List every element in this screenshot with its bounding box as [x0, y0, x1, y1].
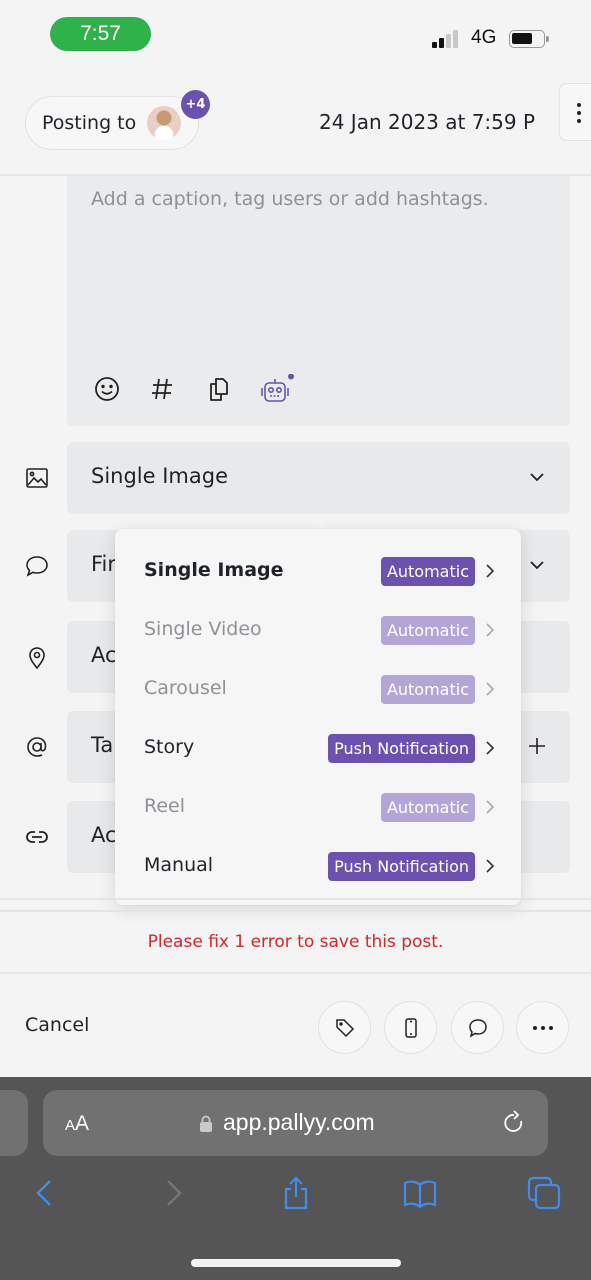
- link-icon: [22, 822, 52, 852]
- home-indicator: [191, 1259, 401, 1267]
- comment-icon: [22, 551, 52, 581]
- divider: [0, 910, 591, 912]
- menu-item-single-image[interactable]: Single Image Automatic: [115, 542, 521, 601]
- menu-item-label: Reel: [144, 795, 186, 817]
- copy-icon[interactable]: [203, 374, 233, 404]
- link-label: Ac: [91, 823, 117, 847]
- menu-item-reel[interactable]: Reel Automatic: [115, 778, 521, 837]
- divider: [0, 898, 591, 900]
- more-vertical-icon: [577, 103, 581, 107]
- location-icon: [22, 642, 52, 672]
- extra-accounts-badge: +4: [181, 90, 210, 119]
- location-label: Ac: [91, 643, 117, 667]
- tabs-icon[interactable]: [526, 1175, 562, 1211]
- more-vertical-icon-dot: [577, 111, 581, 115]
- url-text: app.pallyy.com: [223, 1109, 375, 1135]
- publish-mode-badge: Push Notification: [328, 734, 475, 763]
- comment-icon: [469, 1019, 487, 1038]
- publish-mode-badge: Automatic: [380, 557, 475, 586]
- divider: [0, 972, 591, 974]
- publish-mode-badge: Automatic: [380, 675, 475, 704]
- status-time: 7:57: [50, 17, 151, 51]
- address-bar[interactable]: AA app.pallyy.com: [43, 1090, 548, 1156]
- menu-item-label: Single Video: [144, 618, 262, 640]
- tag-users-label: Ta: [91, 733, 114, 757]
- lock-icon: [199, 1115, 213, 1132]
- hashtag-icon[interactable]: [147, 374, 177, 404]
- text-size-button[interactable]: AA: [65, 1112, 89, 1136]
- menu-item-label: Story: [144, 736, 195, 758]
- text-size-small: A: [65, 1117, 76, 1134]
- previous-tab[interactable]: [0, 1090, 28, 1156]
- at-icon: [22, 732, 52, 762]
- bookmarks-icon[interactable]: [402, 1175, 438, 1211]
- menu-item-manual[interactable]: Manual Push Notification: [115, 837, 521, 896]
- chevron-right-icon: [483, 798, 497, 816]
- caption-input[interactable]: Add a caption, tag users or add hashtags…: [67, 176, 570, 426]
- chevron-right-icon: [483, 621, 497, 639]
- chevron-right-icon: [483, 739, 497, 757]
- tag-button[interactable]: [318, 1001, 371, 1054]
- network-type: 4G: [471, 27, 497, 48]
- chevron-right-icon: [483, 680, 497, 698]
- battery-icon: [509, 30, 549, 48]
- phone-preview-button[interactable]: [384, 1001, 437, 1054]
- more-actions-button[interactable]: [516, 1001, 569, 1054]
- posting-to-label: Posting to: [42, 112, 137, 134]
- cancel-button[interactable]: Cancel: [25, 1014, 89, 1036]
- menu-item-single-video[interactable]: Single Video Automatic: [115, 601, 521, 660]
- publish-mode-badge: Automatic: [380, 616, 475, 645]
- more-vertical-icon-dot: [577, 119, 581, 123]
- chevron-down-icon: [526, 554, 548, 576]
- schedule-datetime[interactable]: 24 Jan 2023 at 7:59 P: [319, 110, 541, 134]
- posting-to-selector[interactable]: Posting to: [25, 96, 199, 150]
- share-icon[interactable]: [278, 1175, 314, 1211]
- first-comment-label: Fir: [91, 552, 117, 576]
- menu-item-label: Manual: [144, 854, 214, 876]
- account-avatar: [147, 106, 181, 140]
- text-size-big: A: [75, 1112, 90, 1135]
- emoji-icon[interactable]: [92, 374, 122, 404]
- more-options-button[interactable]: [559, 83, 591, 141]
- forward-icon[interactable]: [156, 1175, 192, 1211]
- ai-assistant-icon[interactable]: [258, 373, 294, 404]
- comments-button[interactable]: [451, 1001, 504, 1054]
- chevron-right-icon: [483, 857, 497, 875]
- post-type-value: Single Image: [91, 464, 229, 488]
- menu-item-carousel[interactable]: Carousel Automatic: [115, 660, 521, 719]
- menu-item-story[interactable]: Story Push Notification: [115, 719, 521, 778]
- image-icon: [22, 463, 52, 493]
- post-type-menu: Single Image Automatic Single Video Auto…: [115, 529, 521, 905]
- post-type-select[interactable]: Single Image: [67, 442, 570, 514]
- plus-icon[interactable]: [526, 735, 548, 757]
- reload-icon[interactable]: [501, 1109, 527, 1137]
- chevron-right-icon: [483, 562, 497, 580]
- publish-mode-badge: Automatic: [380, 793, 475, 822]
- signal-strength-icon: [432, 30, 464, 48]
- phone-preview-icon: [405, 1018, 417, 1038]
- menu-item-label: Carousel: [144, 677, 227, 699]
- publish-mode-badge: Push Notification: [328, 852, 475, 881]
- menu-item-label: Single Image: [144, 559, 284, 581]
- chevron-down-icon: [526, 466, 548, 488]
- caption-placeholder: Add a caption, tag users or add hashtags…: [91, 188, 489, 210]
- tag-icon: [336, 1019, 355, 1038]
- error-message: Please fix 1 error to save this post.: [147, 932, 444, 952]
- more-horizontal-icon: [533, 1026, 553, 1030]
- back-icon[interactable]: [28, 1175, 64, 1211]
